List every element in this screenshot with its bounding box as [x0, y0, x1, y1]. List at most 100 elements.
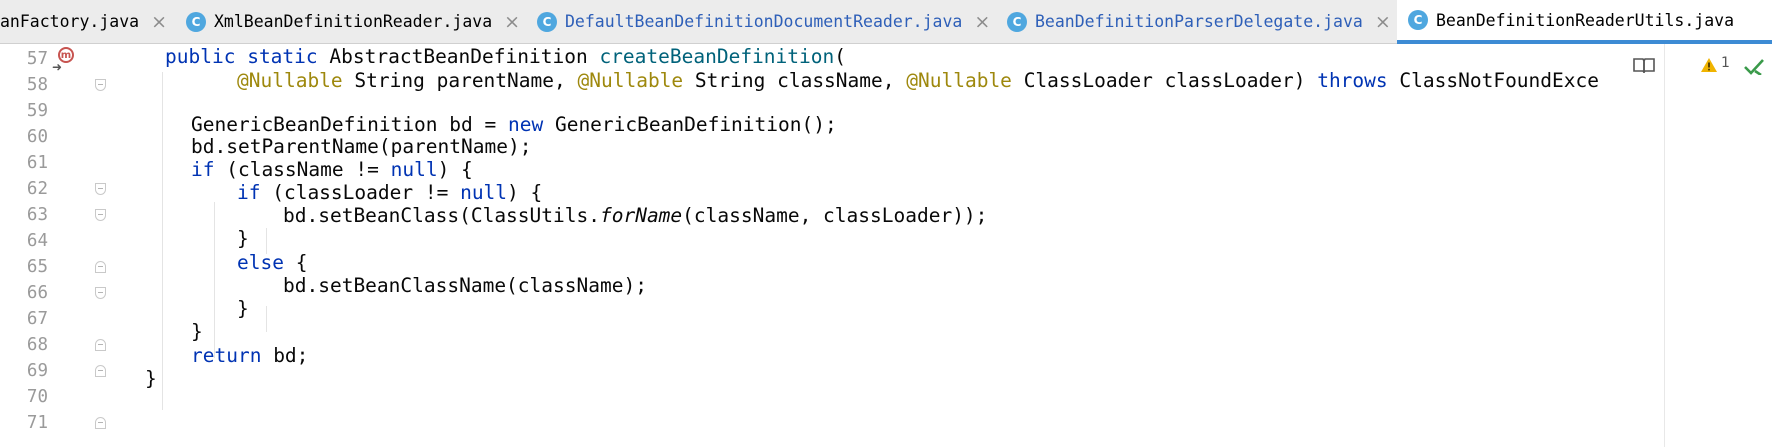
keyword: throws	[1317, 69, 1388, 92]
line-number: 62	[26, 179, 48, 199]
code-text: ) {	[437, 158, 473, 181]
gutter-line: 69	[0, 358, 115, 384]
gutter-line: 65	[0, 254, 115, 280]
code-text: }	[191, 320, 203, 343]
code-line-58: @Nullable String parentName, @Nullable S…	[237, 68, 1599, 94]
keyword: if	[237, 181, 261, 204]
class-icon: C	[1408, 10, 1428, 30]
paren: (	[834, 45, 846, 68]
indent-guide	[266, 306, 267, 332]
parameter: String className,	[694, 69, 895, 92]
close-icon[interactable]: ×	[504, 11, 520, 33]
code-text: }	[145, 367, 157, 390]
exception-type: ClassNotFoundExce	[1399, 69, 1599, 92]
code-text: }	[237, 297, 249, 320]
code-text: GenericBeanDefinition();	[543, 113, 837, 136]
line-number: 69	[26, 361, 48, 381]
check-icon[interactable]	[1743, 57, 1765, 75]
keyword: static	[247, 45, 318, 68]
tab-beandefinitionparserdelegate[interactable]: C BeanDefinitionParserDelegate.java ×	[1007, 0, 1391, 43]
implements-arrow-icon: ➜	[52, 60, 63, 74]
code-text: (className !=	[214, 158, 391, 181]
gutter-line: 60	[0, 124, 115, 150]
fold-close-icon[interactable]	[95, 339, 106, 351]
close-icon[interactable]: ×	[151, 11, 167, 33]
indent-guide	[214, 202, 215, 358]
code-line-70: return bd;	[191, 343, 308, 369]
keyword: new	[507, 113, 544, 136]
fold-open-icon[interactable]	[95, 287, 106, 299]
class-icon: C	[1007, 11, 1027, 32]
code-line-64: bd.setBeanClass(ClassUtils.forName(class…	[283, 203, 987, 229]
line-number: 64	[26, 231, 48, 251]
code-editor[interactable]: public static AbstractBeanDefinition cre…	[115, 44, 1672, 447]
gutter-line: 61	[0, 150, 115, 176]
close-icon[interactable]: ×	[1375, 11, 1391, 33]
code-text: bd.setBeanClass(ClassUtils.	[283, 204, 600, 227]
reader-mode-icon[interactable]	[1633, 57, 1655, 73]
fold-open-icon[interactable]	[95, 183, 106, 195]
parameter: ClassLoader classLoader)	[1023, 69, 1306, 92]
tab-label: BeanDefinitionReaderUtils.java	[1436, 10, 1735, 30]
tab-label: XmlBeanDefinitionReader.java	[214, 12, 493, 31]
code-line-68: }	[237, 296, 249, 322]
warning-count[interactable]: 1	[1721, 55, 1730, 71]
close-icon[interactable]: ×	[974, 11, 990, 33]
class-icon: C	[537, 11, 557, 32]
editor-tab-bar: anFactory.java × C XmlBeanDefinitionRead…	[0, 0, 1772, 44]
fold-open-icon[interactable]	[95, 79, 106, 91]
line-number: 68	[26, 335, 48, 355]
editor-gutter: 57 58 59 60 61 62 63 64 65 66 67 68 69 7…	[0, 44, 115, 447]
tab-beandefinitionreaderutils[interactable]: C BeanDefinitionReaderUtils.java	[1397, 0, 1772, 44]
fold-close-icon[interactable]	[95, 365, 106, 377]
line-number: 66	[26, 283, 48, 303]
annotation: @Nullable	[906, 69, 1012, 92]
fold-close-icon[interactable]	[95, 261, 106, 273]
tab-defaultbeandefinitiondocumentreader[interactable]: C DefaultBeanDefinitionDocumentReader.ja…	[537, 0, 990, 43]
static-method-call: forName	[599, 204, 683, 227]
gutter-line: 63	[0, 202, 115, 228]
gutter-line: 58	[0, 72, 115, 98]
keyword: return	[191, 344, 262, 367]
line-number: 67	[26, 309, 48, 329]
code-line-65: }	[237, 226, 249, 252]
fold-close-icon[interactable]	[95, 417, 106, 429]
code-text: }	[237, 227, 249, 250]
gutter-line: 64	[0, 228, 115, 254]
code-line-57: public static AbstractBeanDefinition cre…	[165, 44, 846, 70]
gutter-line: 68	[0, 332, 115, 358]
parameter: String parentName,	[354, 69, 566, 92]
annotation: @Nullable	[237, 69, 343, 92]
line-number: 57	[26, 49, 48, 69]
tab-label: DefaultBeanDefinitionDocumentReader.java	[565, 12, 963, 31]
line-number: 65	[26, 257, 48, 277]
code-text: bd;	[261, 344, 309, 367]
method-name: createBeanDefinition	[599, 45, 835, 68]
tab-label: anFactory.java	[0, 12, 140, 31]
gutter-line: 59	[0, 98, 115, 124]
fold-open-icon[interactable]	[95, 209, 106, 221]
gutter-line: 62	[0, 176, 115, 202]
line-number: 71	[26, 413, 48, 433]
code-text: bd.setBeanClassName(className);	[283, 274, 647, 297]
tab-xmlbeandefinitionreader[interactable]: C XmlBeanDefinitionReader.java ×	[186, 0, 520, 43]
class-icon: C	[186, 11, 206, 32]
annotation: @Nullable	[577, 69, 684, 92]
keyword: null	[460, 181, 508, 204]
tab-label: BeanDefinitionParserDelegate.java	[1035, 12, 1363, 31]
warning-icon[interactable]	[1700, 57, 1718, 73]
code-text: (className, classLoader));	[682, 204, 988, 227]
line-number: 58	[26, 75, 48, 95]
code-text: bd.setParentName(parentName);	[191, 135, 532, 158]
indent-guide	[162, 72, 163, 410]
gutter-line: 66	[0, 280, 115, 306]
code-line-67: bd.setBeanClassName(className);	[283, 273, 647, 299]
right-margin-guide	[1664, 44, 1665, 447]
tab-anfactory[interactable]: anFactory.java ×	[0, 0, 167, 43]
code-text: ) {	[507, 181, 543, 204]
keyword: if	[191, 158, 215, 181]
line-number: 59	[26, 101, 48, 121]
line-number: 61	[26, 153, 48, 173]
code-text: GenericBeanDefinition bd =	[191, 113, 508, 136]
code-text: {	[283, 251, 308, 274]
